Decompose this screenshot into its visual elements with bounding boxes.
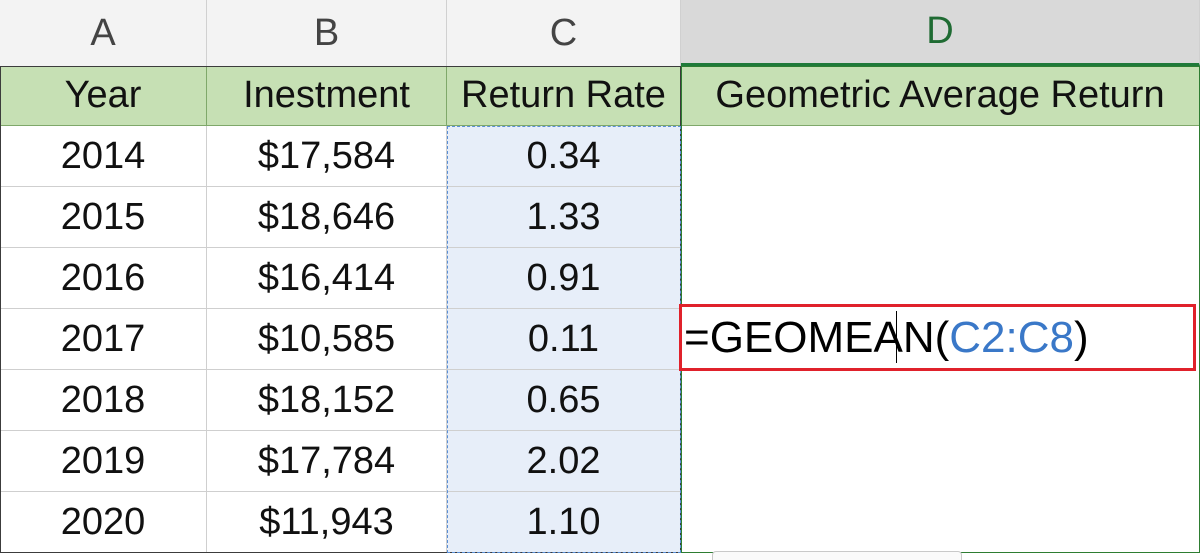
cell-year[interactable]: 2019 bbox=[0, 431, 207, 492]
header-cell-return-rate[interactable]: Return Rate bbox=[447, 66, 681, 126]
cell-return-rate[interactable]: 1.10 bbox=[447, 492, 681, 553]
cell-investment[interactable]: $18,646 bbox=[207, 187, 447, 248]
cell-investment[interactable]: $10,585 bbox=[207, 309, 447, 370]
column-header-a[interactable]: A bbox=[0, 0, 207, 66]
column-header-c[interactable]: C bbox=[447, 0, 681, 66]
spreadsheet: A B C D Year Inestment Return Rate Geome… bbox=[0, 0, 1200, 560]
formula-suffix: ) bbox=[1074, 312, 1089, 362]
formula-cell-editor[interactable]: =GEOMEAN(C2:C8) bbox=[679, 304, 1196, 371]
cell-return-rate[interactable]: 2.02 bbox=[447, 431, 681, 492]
formula-range-ref: C2:C8 bbox=[949, 312, 1074, 362]
cell-investment[interactable]: $18,152 bbox=[207, 370, 447, 431]
cell-year[interactable]: 2014 bbox=[0, 126, 207, 187]
header-cell-investment[interactable]: Inestment bbox=[207, 66, 447, 126]
column-header-b[interactable]: B bbox=[207, 0, 447, 66]
header-cell-geometric-average-return[interactable]: Geometric Average Return bbox=[681, 66, 1200, 126]
cell-year[interactable]: 2017 bbox=[0, 309, 207, 370]
text-cursor bbox=[896, 311, 897, 363]
cell-investment[interactable]: $11,943 bbox=[207, 492, 447, 553]
cell-year[interactable]: 2018 bbox=[0, 370, 207, 431]
column-header-d[interactable]: D bbox=[681, 0, 1200, 66]
cell-return-rate[interactable]: 0.34 bbox=[447, 126, 681, 187]
cell-year[interactable]: 2015 bbox=[0, 187, 207, 248]
formula-prefix: =GEOMEAN( bbox=[684, 312, 950, 362]
cell-return-rate[interactable]: 0.11 bbox=[447, 309, 681, 370]
cell-year[interactable]: 2020 bbox=[0, 492, 207, 553]
column-headers: A B C D bbox=[0, 0, 1200, 67]
header-cell-year[interactable]: Year bbox=[0, 66, 207, 126]
cell-return-rate[interactable]: 0.65 bbox=[447, 370, 681, 431]
cell-return-rate[interactable]: 1.33 bbox=[447, 187, 681, 248]
cell-year[interactable]: 2016 bbox=[0, 248, 207, 309]
cell-investment[interactable]: $17,784 bbox=[207, 431, 447, 492]
cell-investment[interactable]: $16,414 bbox=[207, 248, 447, 309]
cell-return-rate[interactable]: 0.91 bbox=[447, 248, 681, 309]
cell-investment[interactable]: $17,584 bbox=[207, 126, 447, 187]
